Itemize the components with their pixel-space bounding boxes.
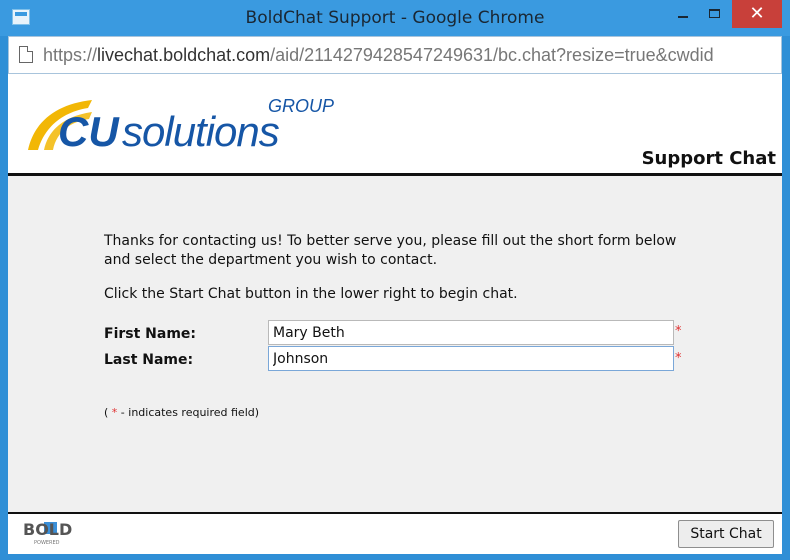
url-domain: livechat.boldchat.com (97, 45, 271, 65)
last-name-field[interactable] (268, 346, 674, 371)
first-name-required-marker: * (675, 324, 682, 339)
close-icon[interactable]: ✕ (732, 0, 782, 28)
footer: BOLD POWERED Start Chat (8, 514, 782, 554)
page-content: GROUP CU solutions Support Chat Thanks f… (8, 74, 782, 554)
note-open: ( (104, 406, 112, 419)
intro-text: Thanks for contacting us! To better serv… (104, 233, 677, 268)
url-path: /aid/2114279428547249631/bc.chat?resize=… (270, 45, 714, 65)
maximize-icon[interactable] (700, 0, 730, 28)
minimize-icon[interactable] (668, 0, 698, 28)
url-text[interactable]: https://livechat.boldchat.com/aid/211427… (43, 45, 781, 66)
first-name-field[interactable] (268, 320, 674, 345)
powered-logo-text: POWERED (34, 540, 60, 546)
logo-solutions-text: solutions (122, 108, 280, 154)
window-titlebar: BoldChat Support - Google Chrome ✕ (0, 0, 790, 36)
bold-logo-text: BOLD (23, 520, 72, 539)
page-title: Support Chat (641, 148, 776, 169)
cu-solutions-logo: GROUP CU solutions (28, 96, 334, 154)
first-name-label: First Name: (104, 326, 197, 342)
boldchat-powered-logo: BOLD POWERED (23, 520, 72, 546)
last-name-label: Last Name: (104, 352, 194, 368)
start-chat-button[interactable]: Start Chat (678, 520, 774, 548)
instruction-text: Click the Start Chat button in the lower… (104, 286, 518, 302)
note-text: - indicates required field) (117, 406, 260, 419)
chat-form-area: Thanks for contacting us! To better serv… (8, 176, 782, 512)
required-field-note: ( * - indicates required field) (104, 406, 259, 419)
last-name-required-marker: * (675, 351, 682, 366)
logo-cu-text: CU (58, 108, 120, 154)
page-icon (19, 46, 33, 63)
url-scheme: https:// (43, 45, 98, 65)
address-bar[interactable]: https://livechat.boldchat.com/aid/211427… (8, 36, 782, 74)
